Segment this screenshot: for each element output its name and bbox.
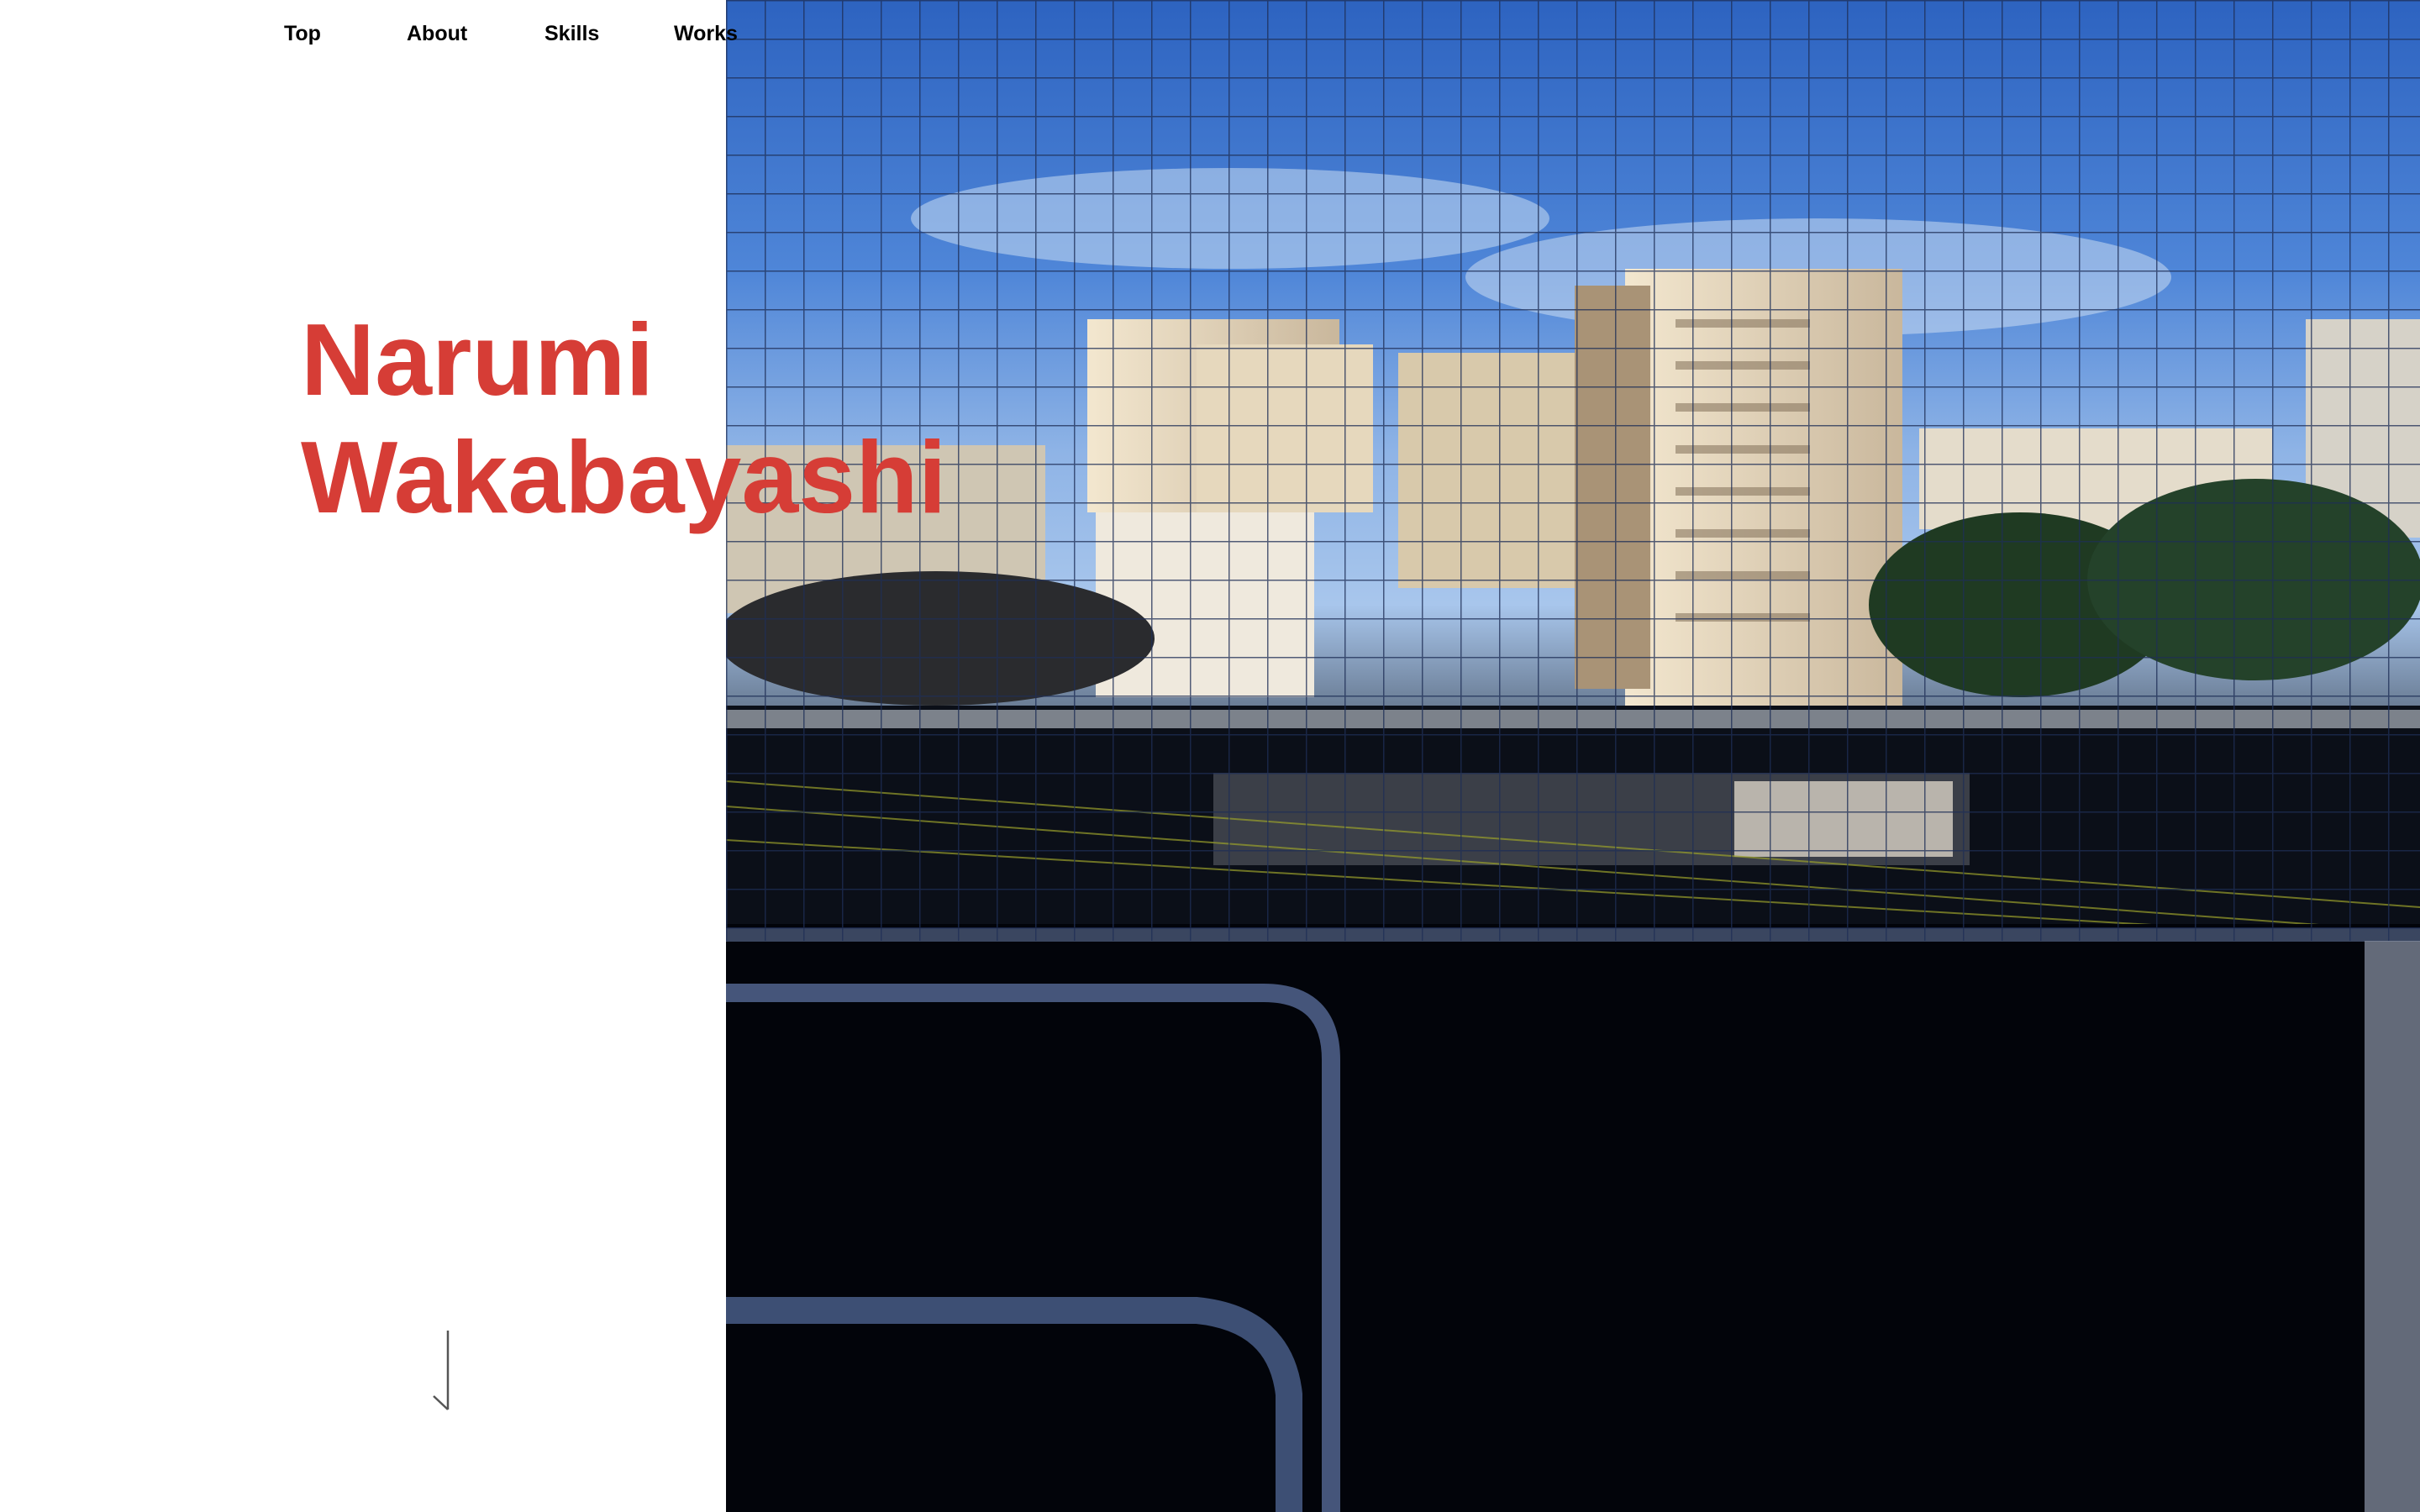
nav-link-works[interactable]: Works — [674, 22, 738, 46]
nav-link-about[interactable]: About — [407, 22, 467, 46]
scroll-down-arrow-icon[interactable] — [429, 1329, 454, 1413]
left-panel — [0, 0, 726, 1512]
hero-photo — [726, 0, 2420, 1512]
hero-last-name: Wakabayashi — [301, 420, 947, 534]
hero-title: Narumi Wakabayashi — [301, 301, 947, 536]
hero-first-name: Narumi — [301, 302, 655, 417]
nav-link-top[interactable]: Top — [284, 22, 321, 46]
top-navigation: Top About Skills Works — [0, 0, 756, 67]
photo-illustration — [726, 0, 2420, 1512]
nav-link-skills[interactable]: Skills — [544, 22, 599, 46]
